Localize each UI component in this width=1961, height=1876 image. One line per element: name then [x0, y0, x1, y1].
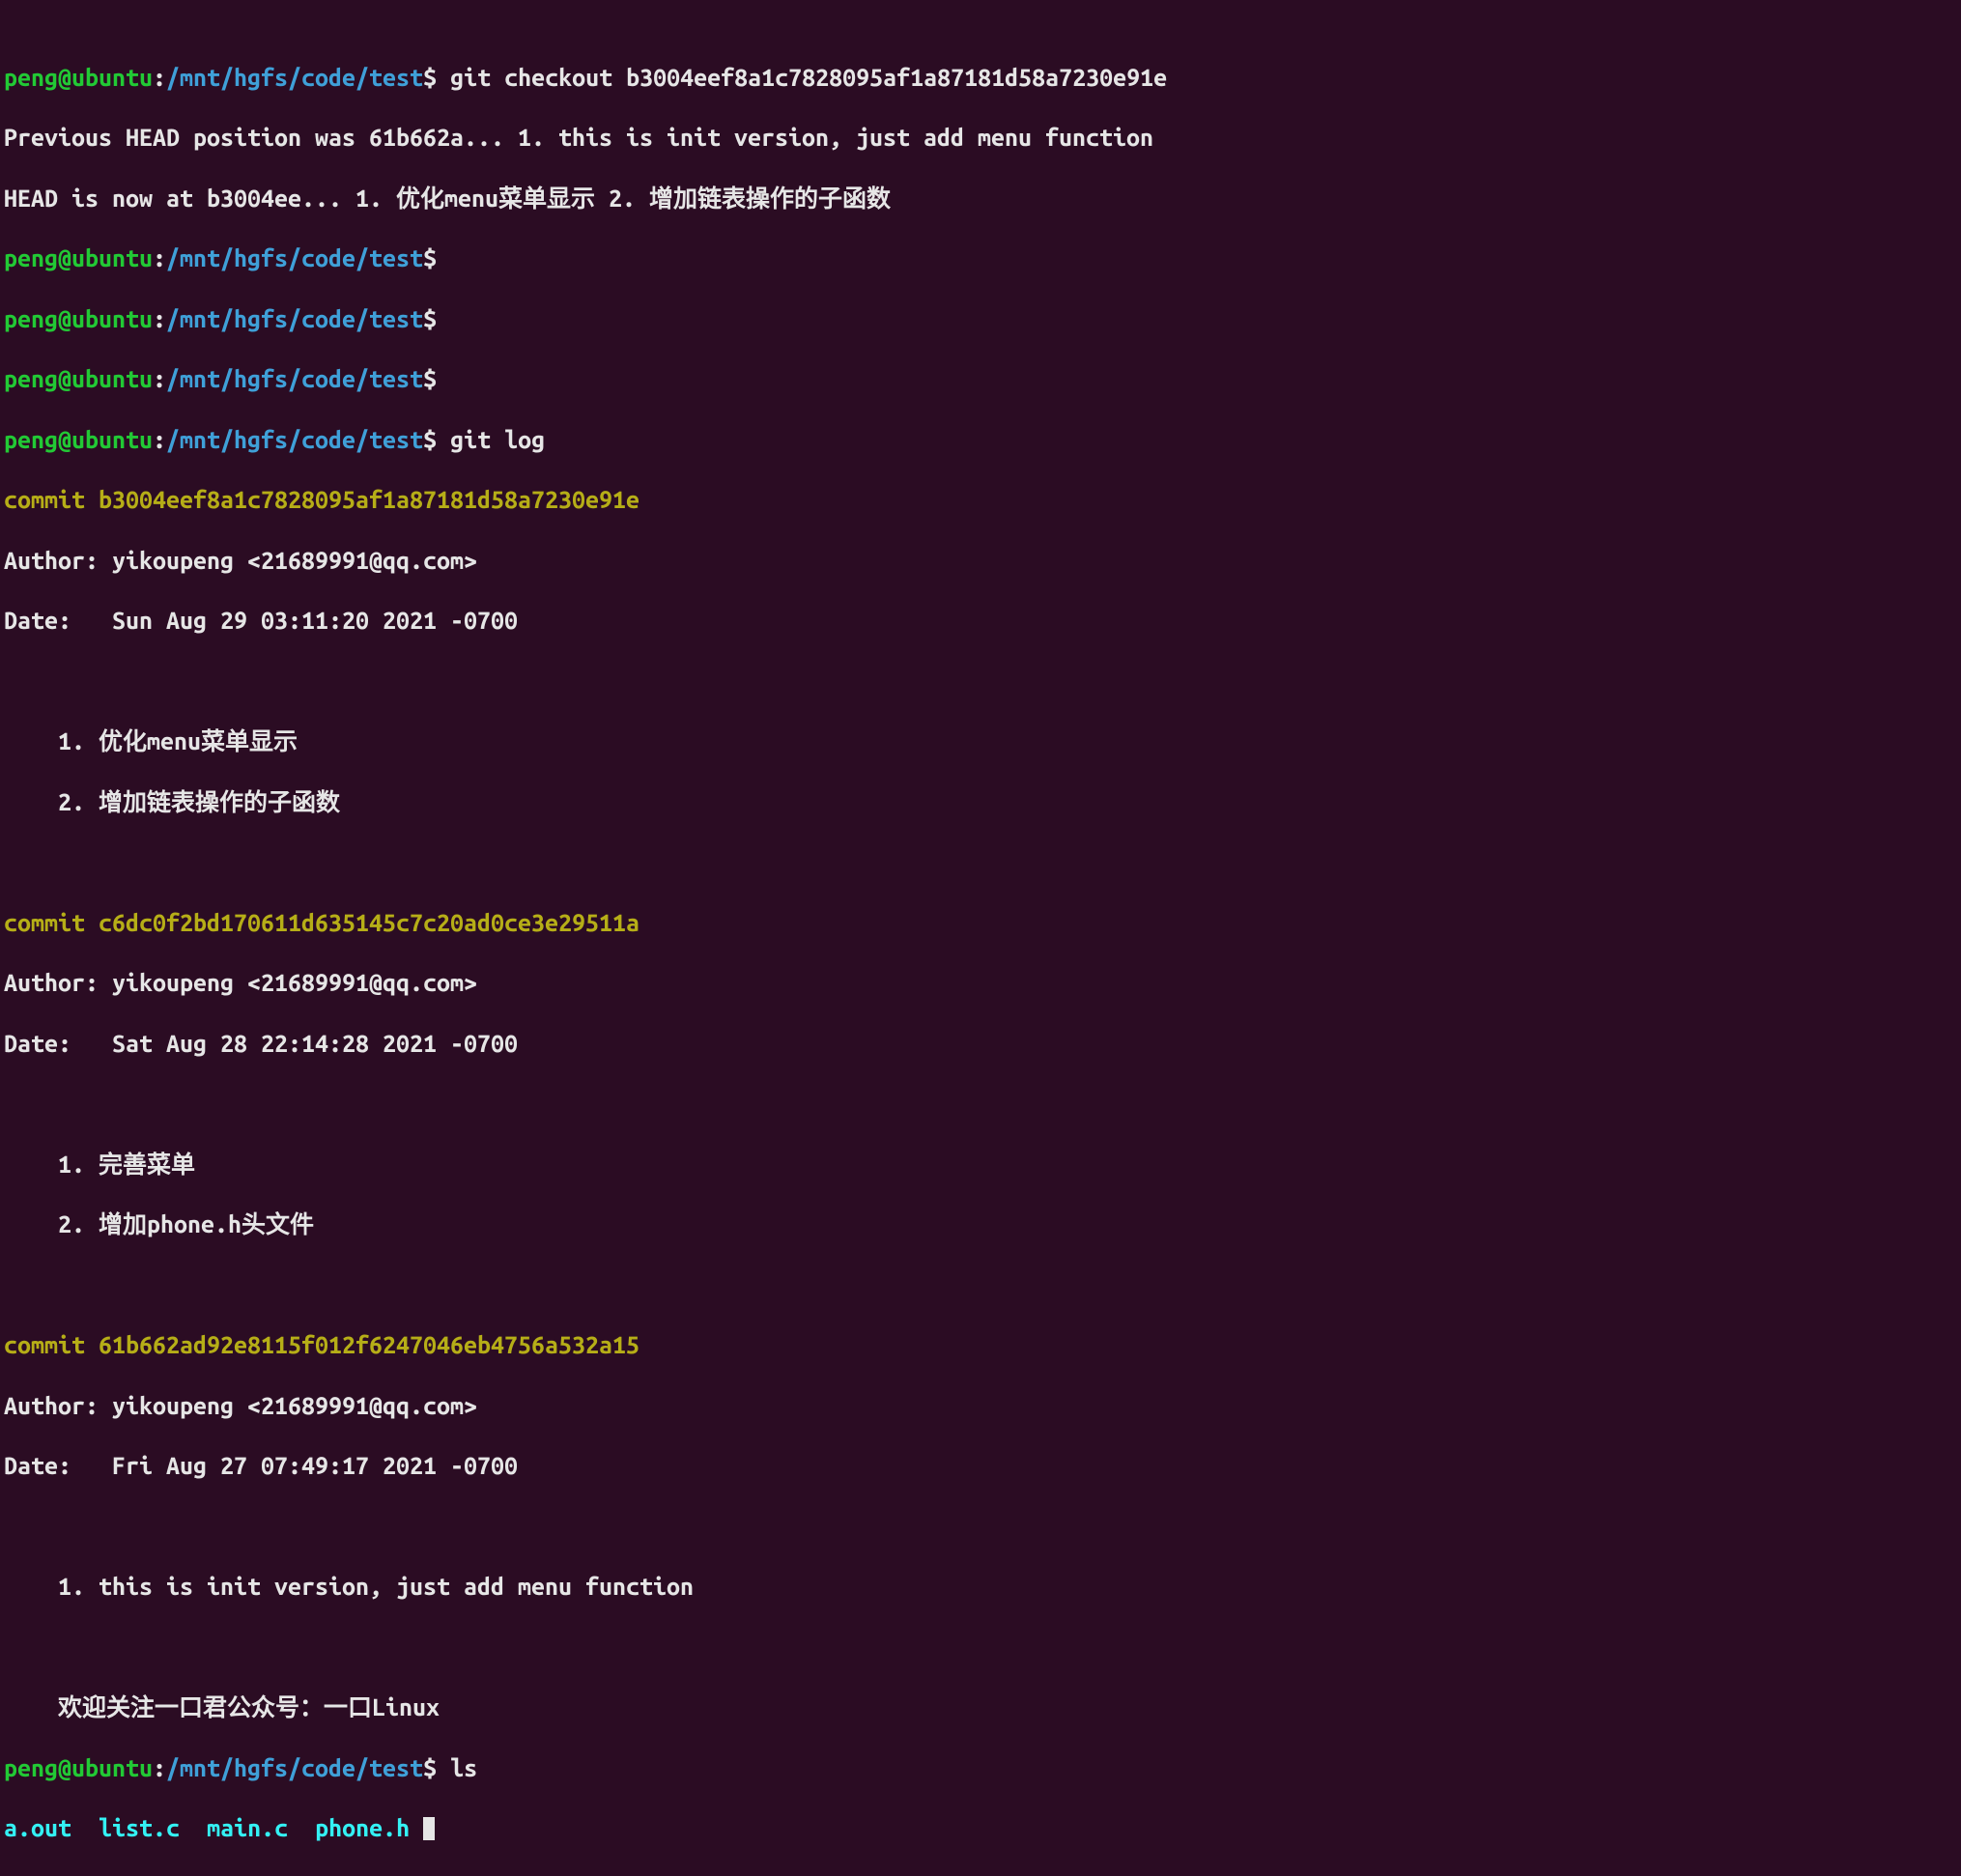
- prompt-dollar: $: [423, 305, 437, 332]
- prompt-user: peng@ubuntu: [4, 305, 153, 332]
- prompt-line-ls: peng@ubuntu:/mnt/hgfs/code/test$ ls: [4, 1753, 1957, 1783]
- output-head-now: HEAD is now at b3004ee... 1. 优化menu菜单显示 …: [4, 184, 1957, 213]
- output-prev-head: Previous HEAD position was 61b662a... 1.…: [4, 123, 1957, 153]
- prompt-sep: :: [153, 365, 166, 392]
- prompt-sep: :: [153, 244, 166, 271]
- prompt-line-empty-3: peng@ubuntu:/mnt/hgfs/code/test$: [4, 364, 1957, 394]
- commit-author-1: Author: yikoupeng <21689991@qq.com>: [4, 546, 1957, 576]
- prompt-path: /mnt/hgfs/code/test: [166, 426, 423, 453]
- commit-msg-1a: 1. 优化menu菜单显示: [4, 726, 1957, 756]
- prompt-user: peng@ubuntu: [4, 1754, 153, 1781]
- prompt-dollar: $: [423, 426, 437, 453]
- blank: [4, 667, 1957, 696]
- commit-author-3: Author: yikoupeng <21689991@qq.com>: [4, 1391, 1957, 1421]
- prompt-line-empty-2: peng@ubuntu:/mnt/hgfs/code/test$: [4, 304, 1957, 334]
- cursor-icon: [423, 1817, 435, 1840]
- prompt-user: peng@ubuntu: [4, 244, 153, 271]
- prompt-line-empty-1: peng@ubuntu:/mnt/hgfs/code/test$: [4, 243, 1957, 273]
- commit-date-2: Date: Sat Aug 28 22:14:28 2021 -0700: [4, 1029, 1957, 1059]
- cmd-ls: ls: [450, 1754, 477, 1781]
- ls-file-phoneh: phone.h: [315, 1814, 410, 1841]
- prompt-dollar: $: [423, 365, 437, 392]
- ls-file-mainc: main.c: [207, 1814, 288, 1841]
- prompt-path: /mnt/hgfs/code/test: [166, 305, 423, 332]
- prompt-sep: :: [153, 1754, 166, 1781]
- ls-file-listc: list.c: [99, 1814, 180, 1841]
- cmd-git-checkout: git checkout b3004eef8a1c7828095af1a8718…: [450, 64, 1167, 91]
- prompt-dollar: $: [423, 244, 437, 271]
- prompt-dollar: $: [423, 64, 437, 91]
- prompt-sep: :: [153, 305, 166, 332]
- prompt-path: /mnt/hgfs/code/test: [166, 365, 423, 392]
- prompt-line-checkout: peng@ubuntu:/mnt/hgfs/code/test$ git che…: [4, 63, 1957, 93]
- commit-date-3: Date: Fri Aug 27 07:49:17 2021 -0700: [4, 1451, 1957, 1481]
- cmd-git-log: git log: [450, 426, 545, 453]
- prompt-path: /mnt/hgfs/code/test: [166, 244, 423, 271]
- ls-output: a.out list.c main.c phone.h: [4, 1813, 1957, 1843]
- prompt-sep: :: [153, 64, 166, 91]
- commit-date-1: Date: Sun Aug 29 03:11:20 2021 -0700: [4, 606, 1957, 636]
- commit-hash-1: commit b3004eef8a1c7828095af1a87181d58a7…: [4, 485, 1957, 515]
- commit-msg-2a: 1. 完善菜单: [4, 1150, 1957, 1180]
- blank: [4, 1633, 1957, 1663]
- terminal[interactable]: peng@ubuntu:/mnt/hgfs/code/test$ git che…: [0, 0, 1961, 1876]
- commit-author-2: Author: yikoupeng <21689991@qq.com>: [4, 968, 1957, 998]
- prompt-user: peng@ubuntu: [4, 426, 153, 453]
- prompt-sep: :: [153, 426, 166, 453]
- blank: [4, 847, 1957, 877]
- prompt-path: /mnt/hgfs/code/test: [166, 64, 423, 91]
- commit-msg-3a: 1. this is init version, just add menu f…: [4, 1572, 1957, 1602]
- prompt-user: peng@ubuntu: [4, 365, 153, 392]
- prompt-user: peng@ubuntu: [4, 64, 153, 91]
- ls-file-aout: a.out: [4, 1814, 71, 1841]
- commit-msg-1b: 2. 增加链表操作的子函数: [4, 787, 1957, 817]
- prompt-dollar: $: [423, 1754, 437, 1781]
- prompt-path: /mnt/hgfs/code/test: [166, 1754, 423, 1781]
- prompt-line-gitlog: peng@ubuntu:/mnt/hgfs/code/test$ git log: [4, 425, 1957, 455]
- commit-msg-3b: 欢迎关注一口君公众号：一口Linux: [4, 1692, 1957, 1722]
- blank: [4, 1089, 1957, 1119]
- commit-msg-2b: 2. 增加phone.h头文件: [4, 1209, 1957, 1239]
- commit-hash-2: commit c6dc0f2bd170611d635145c7c20ad0ce3…: [4, 908, 1957, 938]
- commit-hash-3: commit 61b662ad92e8115f012f6247046eb4756…: [4, 1330, 1957, 1360]
- blank: [4, 1270, 1957, 1300]
- blank: [4, 1512, 1957, 1542]
